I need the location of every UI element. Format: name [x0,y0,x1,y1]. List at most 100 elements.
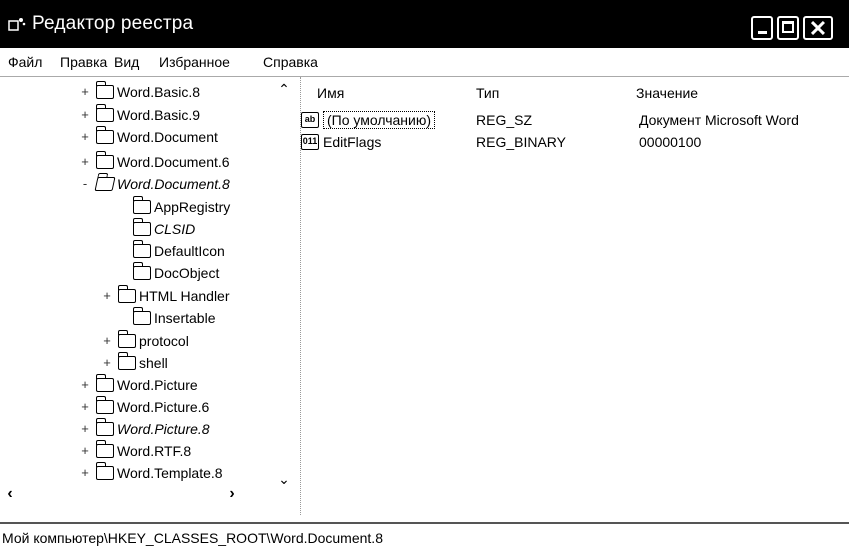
expand-icon[interactable]: + [78,399,92,414]
folder-icon [133,195,151,214]
folder-icon [133,261,151,280]
folder-icon [96,103,114,122]
folder-icon [118,329,136,348]
scroll-right-icon[interactable]: › [224,485,240,503]
folder-icon [96,417,114,436]
tree-node[interactable]: + Word.Template.8 [78,461,223,483]
value-data: 00000100 [639,134,702,150]
tree-horizontal-scrollbar[interactable]: ‹ › [0,485,276,505]
expand-icon[interactable]: + [100,288,114,303]
value-type: REG_SZ [476,112,533,128]
folder-icon [96,125,114,144]
folder-icon [133,217,151,236]
expand-icon[interactable]: + [100,355,114,370]
registry-tree[interactable]: + Word.Basic.8 + Word.Basic.9 + Word.Document… [0,77,301,515]
tree-node[interactable]: DocObject [115,261,220,283]
expand-icon[interactable]: + [78,129,92,144]
expand-icon[interactable]: + [78,421,92,436]
tree-node[interactable]: + Word.Picture [78,373,198,395]
tree-node[interactable]: + Word.Basic.9 [78,103,200,125]
folder-icon [133,239,151,258]
tree-node-label: Word.Picture.6 [117,398,210,415]
folder-icon [96,461,114,480]
tree-node[interactable]: CLSID [115,217,196,239]
tree-node-label: DocObject [154,264,220,281]
value-data: Документ Microsoft Word [639,112,799,128]
value-row[interactable]: 011 EditFlags REG_BINARY 00000100 [301,133,849,153]
tree-node[interactable]: + protocol [100,329,189,351]
folder-icon [118,284,136,303]
scroll-down-icon[interactable]: ⌄ [276,471,292,487]
minimize-icon [758,31,767,34]
column-header-value[interactable]: Значение [636,85,698,101]
scroll-left-icon[interactable]: ‹ [2,485,18,503]
string-value-icon: ab [301,112,319,128]
tree-node-label: Word.Template.8 [117,464,223,481]
menu-edit[interactable]: Правка [60,54,107,70]
tree-node[interactable]: - Word.Document.8 [78,173,230,194]
tree-node-label: Word.Picture.8 [117,420,210,437]
folder-icon [96,395,114,414]
maximize-icon [782,21,794,33]
menu-file[interactable]: Файл [8,54,42,70]
expand-icon[interactable]: + [78,84,92,99]
folder-icon [96,80,114,99]
column-header-type[interactable]: Тип [476,85,499,101]
tree-node[interactable]: + HTML Handler [100,284,230,306]
scroll-up-icon[interactable]: ⌃ [276,81,292,97]
binary-value-icon: 011 [301,134,319,150]
menu-view[interactable]: Вид [114,54,139,70]
tree-vertical-scrollbar[interactable]: ⌃ ⌄ [276,81,292,487]
value-row[interactable]: ab (По умолчанию) REG_SZ Документ Micros… [301,111,849,131]
window-title: Редактор реестра [32,13,194,34]
tree-node[interactable]: DefaultIcon [115,239,225,261]
values-list[interactable]: Имя Тип Значение ab (По умолчанию) REG_S… [301,77,849,515]
close-icon: ✕ [808,16,828,41]
tree-node-label: DefaultIcon [154,242,225,259]
tree-node[interactable]: + Word.Picture.8 [78,417,210,439]
column-header-name[interactable]: Имя [317,85,344,101]
tree-node-label: CLSID [154,220,196,237]
tree-node-label: shell [139,354,168,371]
expand-icon[interactable]: + [78,154,92,169]
open-folder-icon [94,176,116,191]
minimize-button[interactable] [751,16,773,40]
tree-node-label: AppRegistry [154,198,231,215]
expand-icon[interactable]: + [100,333,114,348]
tree-node[interactable]: + shell [100,351,168,373]
menu-bar: Файл Правка Вид Избранное Справка [0,48,849,77]
regedit-icon [8,18,26,31]
maximize-button[interactable] [777,16,799,40]
value-name: EditFlags [323,134,382,150]
tree-node[interactable]: + Word.Basic.8 [78,80,200,102]
expand-icon[interactable]: + [78,107,92,122]
menu-help[interactable]: Справка [263,54,318,70]
tree-node-label: Insertable [154,309,216,326]
tree-node[interactable]: + Word.RTF.8 [78,439,192,461]
tree-node-label: Word.Picture [117,376,198,393]
expand-icon[interactable]: + [78,443,92,458]
folder-icon [96,439,114,458]
folder-icon [96,373,114,392]
folder-icon [96,150,114,169]
collapse-icon[interactable]: - [78,176,92,191]
title-bar: Редактор реестра ✕ [0,0,849,48]
tree-node-label: Word.Basic.8 [117,83,200,100]
tree-node-label: HTML Handler [139,287,230,304]
expand-icon[interactable]: + [78,377,92,392]
value-type: REG_BINARY [476,134,566,150]
tree-node[interactable]: + Word.Document [78,125,218,147]
tree-node[interactable]: + Word.Picture.6 [78,395,210,417]
tree-node[interactable]: AppRegistry [115,195,231,217]
tree-node[interactable]: Insertable [115,306,216,328]
close-button[interactable]: ✕ [803,16,833,41]
tree-node-label: Word.Document [117,128,218,145]
tree-node-label: Word.Document.8 [117,175,230,192]
status-bar: Мой компьютер\HKEY_CLASSES_ROOT\Word.Doc… [0,522,849,553]
tree-node-label: Word.RTF.8 [117,442,192,459]
tree-node-label: protocol [139,332,189,349]
menu-favorites[interactable]: Избранное [159,54,230,70]
folder-icon [118,351,136,370]
tree-node[interactable]: + Word.Document.6 [78,150,230,172]
expand-icon[interactable]: + [78,465,92,480]
